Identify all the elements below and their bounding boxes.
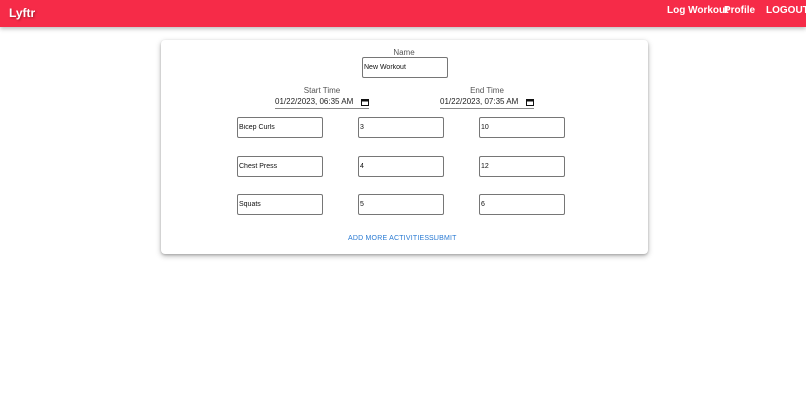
calendar-icon[interactable] [361, 98, 369, 106]
activity-name-input[interactable] [237, 156, 323, 177]
app-bar: Lyftr Log Workout Profile LOGOUT [0, 0, 806, 27]
nav-log-workout[interactable]: Log Workout [667, 5, 728, 16]
workout-form-card: Name Start Time 01/22/2023, 06:35 AM End… [161, 40, 648, 254]
end-time-value: 01/22/2023, 07:35 AM [440, 97, 519, 106]
start-time-field[interactable]: 01/22/2023, 06:35 AM [275, 95, 369, 109]
name-label: Name [393, 48, 415, 57]
nav-profile[interactable]: Profile [724, 5, 755, 16]
start-time-value: 01/22/2023, 06:35 AM [275, 97, 354, 106]
workout-name-input[interactable] [362, 57, 448, 78]
activity-sets-input[interactable] [358, 156, 444, 177]
activity-sets-input[interactable] [358, 117, 444, 138]
activity-reps-input[interactable] [479, 156, 565, 177]
activity-name-input[interactable] [237, 194, 323, 215]
add-more-activities-button[interactable]: ADD MORE ACTIVITIES... [348, 235, 436, 242]
brand-logo[interactable]: Lyftr [9, 6, 35, 20]
end-time-field[interactable]: 01/22/2023, 07:35 AM [440, 95, 534, 109]
start-time-label: Start Time [303, 86, 341, 95]
calendar-icon[interactable] [526, 98, 534, 106]
end-time-label: End Time [470, 86, 504, 95]
activity-name-input[interactable] [237, 117, 323, 138]
activity-reps-input[interactable] [479, 194, 565, 215]
submit-button[interactable]: SUBMIT [429, 235, 457, 242]
activity-sets-input[interactable] [358, 194, 444, 215]
activity-reps-input[interactable] [479, 117, 565, 138]
nav-logout[interactable]: LOGOUT [766, 5, 806, 16]
